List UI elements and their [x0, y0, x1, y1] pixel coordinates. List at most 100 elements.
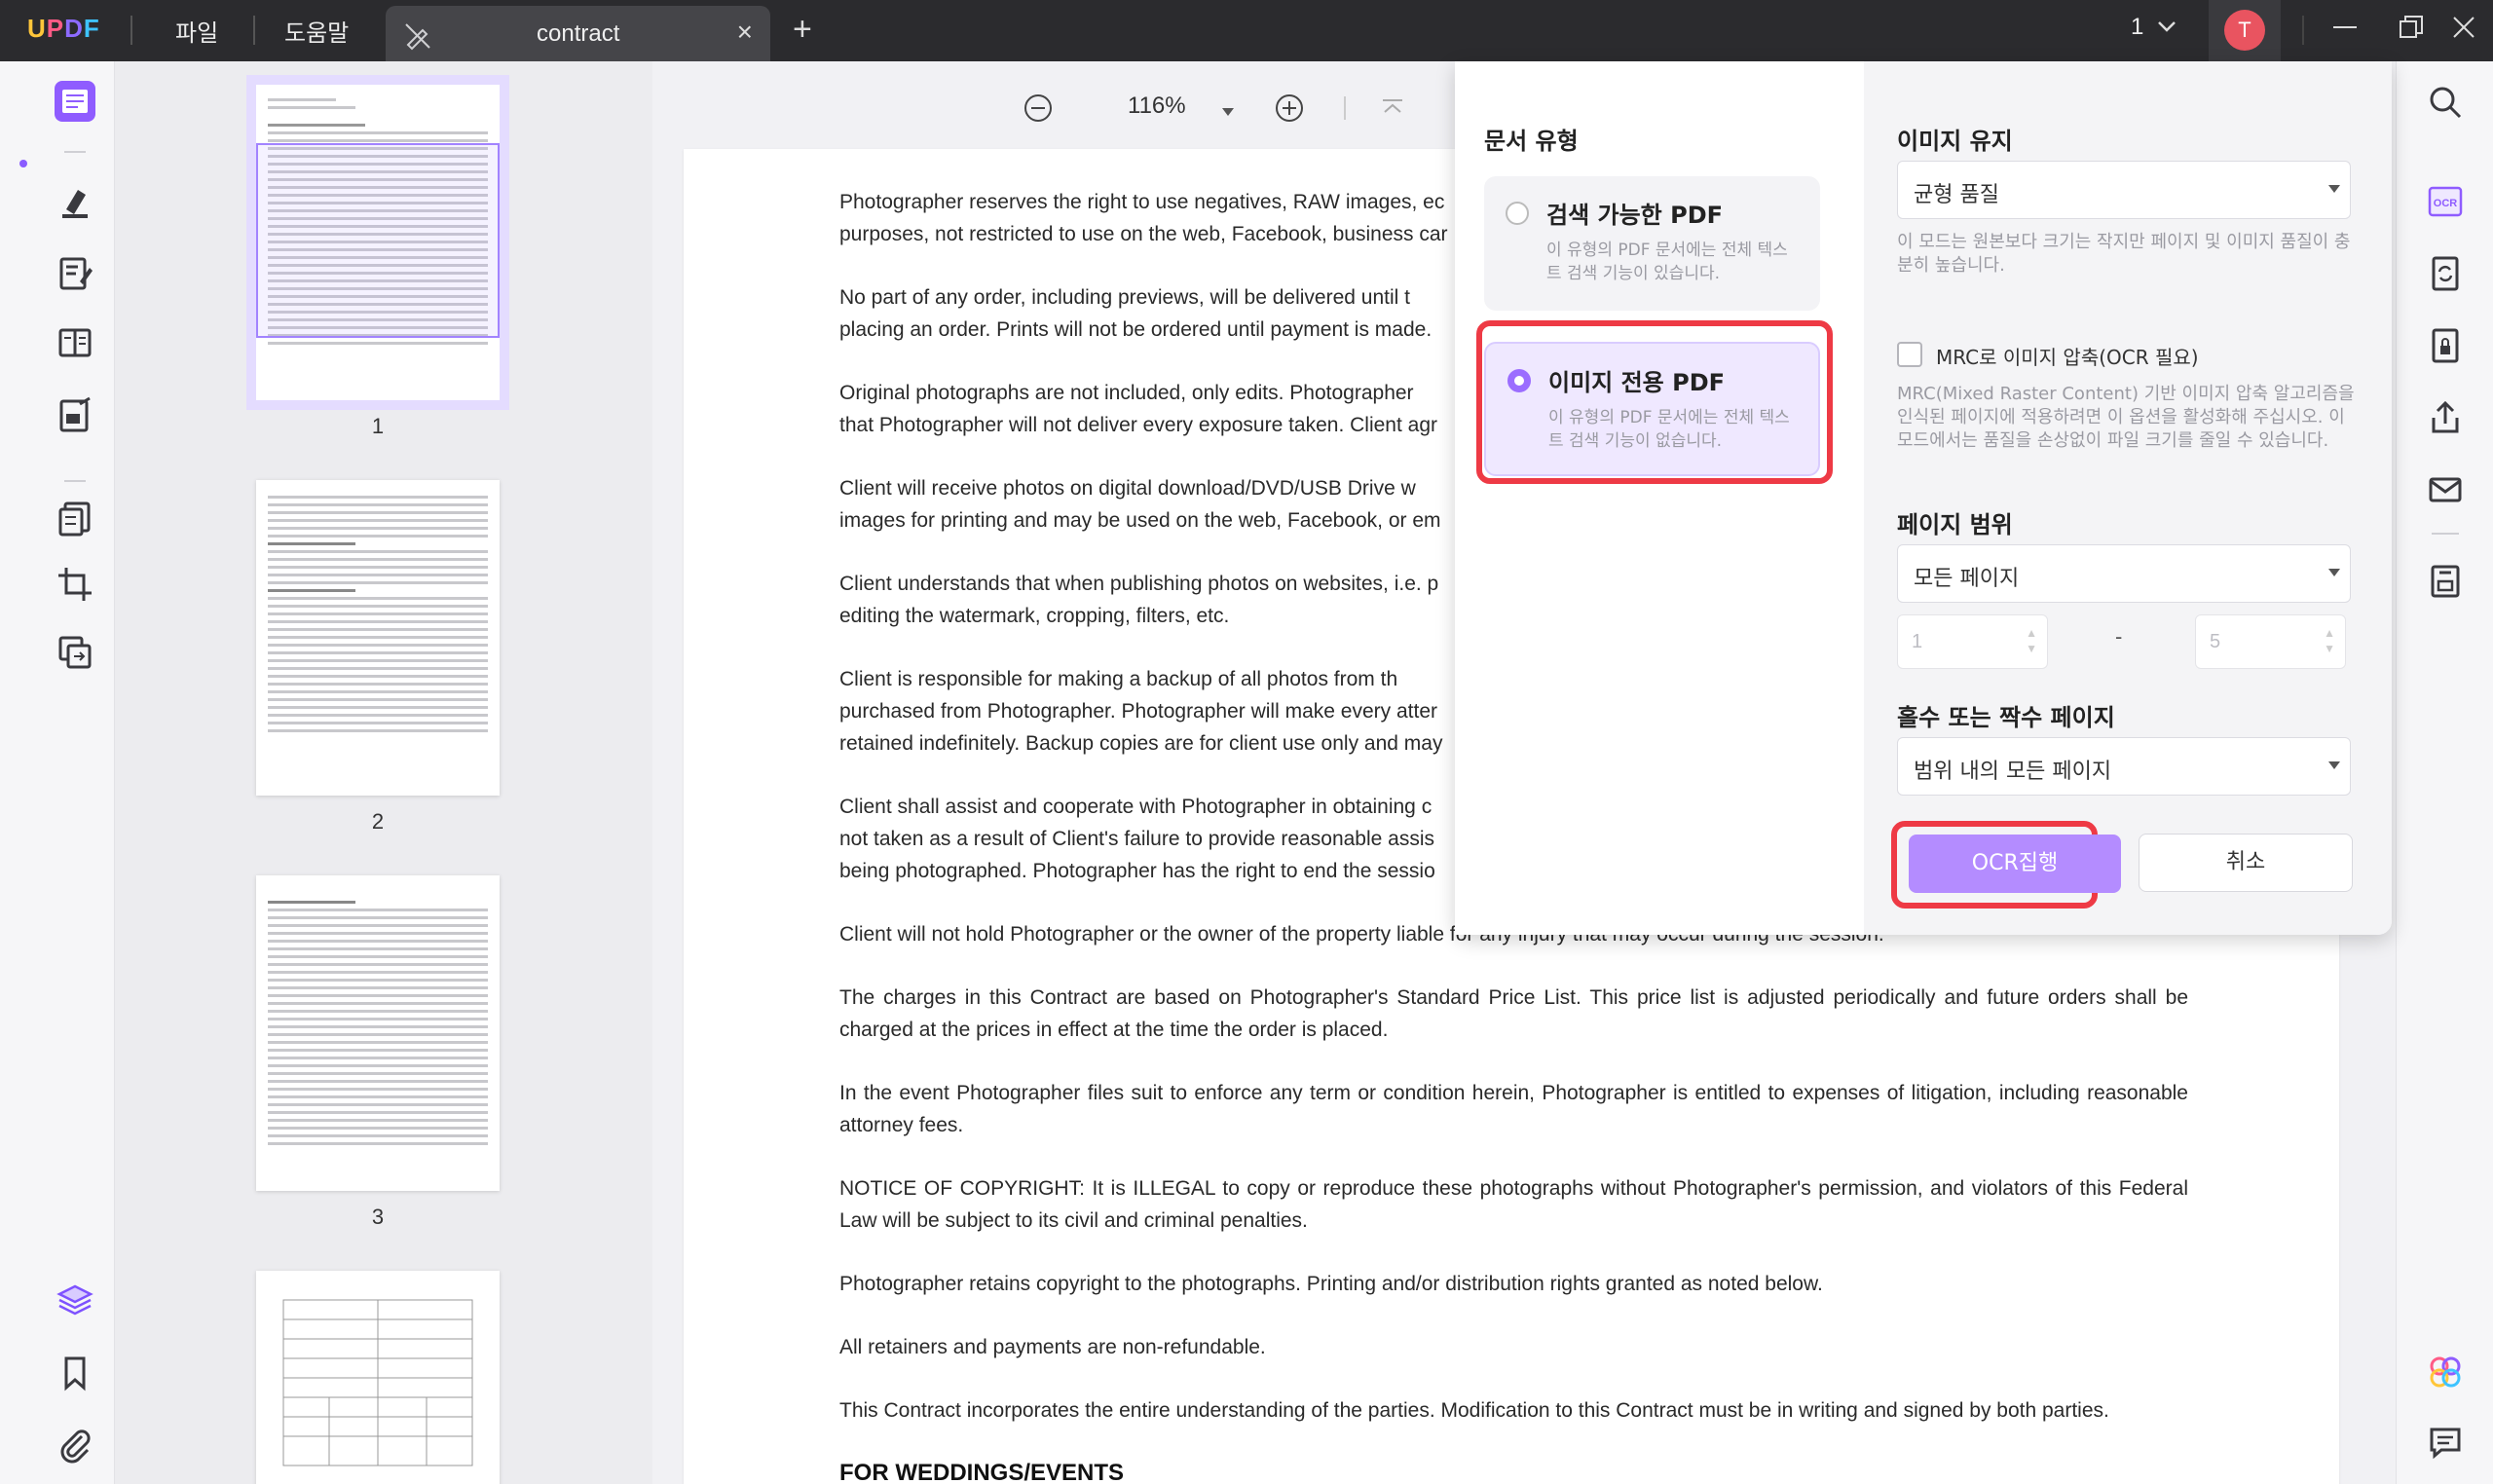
page-to-value: 5	[2210, 631, 2221, 652]
ocr-settings-section: 이미지 유지 균형 품질 이 모드는 원본보다 크기는 작지만 페이지 및 이미…	[1864, 61, 2392, 935]
odd-even-title: 홀수 또는 짝수 페이지	[1897, 704, 2115, 731]
share-icon[interactable]	[2426, 398, 2465, 437]
restore-icon[interactable]	[2396, 12, 2427, 48]
app-logo: UPDF	[27, 14, 100, 43]
reader-icon[interactable]	[55, 81, 95, 122]
zoom-toolbar: 116%	[1023, 85, 1432, 133]
page-range-select[interactable]: 모든 페이지	[1897, 544, 2351, 603]
form-icon[interactable]	[55, 394, 95, 435]
page-thumbnail[interactable]	[256, 1271, 500, 1484]
close-tab-icon[interactable]: ×	[737, 19, 753, 46]
chevron-down-icon[interactable]	[2154, 14, 2179, 44]
cancel-button[interactable]: 취소	[2139, 834, 2353, 892]
stepper-arrows-icon[interactable]: ▲ ▼	[2324, 625, 2335, 656]
thumbnail-label: 3	[371, 1205, 385, 1229]
minimize-icon[interactable]	[2329, 12, 2361, 48]
doc-heading: FOR WEDDINGS/EVENTS	[839, 1460, 1125, 1484]
doc-paragraph: In the event Photographer files suit to …	[839, 1082, 2188, 1136]
dropdown-arrow-icon	[2328, 761, 2340, 769]
divider	[2432, 533, 2459, 535]
document-type-section: 문서 유형 검색 가능한 PDF 이 유형의 PDF 문서에는 전체 텍스트 검…	[1455, 61, 1864, 935]
page-from-value: 1	[1912, 631, 1923, 652]
organize-pages-icon[interactable]	[55, 498, 95, 538]
image-keep-hint: 이 모드는 원본보다 크기는 작지만 페이지 및 이미지 품질이 충분히 높습니…	[1897, 232, 2351, 276]
left-toolbar	[0, 61, 115, 1484]
odd-even-select[interactable]: 범위 내의 모든 페이지	[1897, 737, 2351, 796]
divider	[64, 151, 86, 153]
mrc-hint: MRC(Mixed Raster Content) 기반 이미지 압축 알고리즘…	[1897, 384, 2355, 451]
convert-icon[interactable]	[2426, 254, 2465, 293]
ocr-dialog: 문서 유형 검색 가능한 PDF 이 유형의 PDF 문서에는 전체 텍스트 검…	[1455, 61, 2392, 935]
edit-text-icon[interactable]	[55, 252, 95, 293]
option-description: 이 유형의 PDF 문서에는 전체 텍스트 검색 기능이 있습니다.	[1546, 241, 1788, 283]
close-window-icon[interactable]	[2448, 12, 2479, 48]
stepper-arrows-icon[interactable]: ▲ ▼	[2026, 625, 2037, 656]
page-range-title: 페이지 범위	[1897, 511, 2013, 538]
thumbnail-label: 2	[371, 809, 385, 834]
protect-icon[interactable]	[2426, 326, 2465, 365]
image-keep-title: 이미지 유지	[1897, 128, 2013, 155]
page-layout-icon[interactable]	[55, 322, 95, 363]
doc-paragraph: Photographer retains copyright to the ph…	[839, 1273, 1823, 1295]
option-searchable-pdf[interactable]: 검색 가능한 PDF 이 유형의 PDF 문서에는 전체 텍스트 검색 기능이 …	[1484, 176, 1820, 311]
compare-icon[interactable]	[55, 632, 95, 673]
run-ocr-button[interactable]: OCR집행	[1909, 835, 2121, 893]
select-value: 균형 품질	[1914, 183, 1999, 207]
option-title: 검색 가능한 PDF	[1546, 202, 1724, 229]
range-separator: -	[2115, 624, 2123, 649]
menu-file[interactable]: 파일	[175, 14, 218, 48]
mrc-label[interactable]: MRC로 이미지 압축(OCR 필요)	[1936, 342, 2199, 370]
zoom-dropdown-icon[interactable]	[1221, 104, 1235, 122]
divider	[64, 480, 86, 482]
zoom-out-icon[interactable]	[1023, 93, 1054, 129]
layers-icon[interactable]	[55, 1279, 95, 1319]
tab-title: contract	[537, 20, 620, 47]
add-tab-icon[interactable]: +	[793, 11, 812, 49]
divider	[1344, 96, 1346, 120]
svg-text:OCR: OCR	[2434, 198, 2458, 209]
avatar[interactable]: T	[2224, 10, 2265, 51]
page-to-input[interactable]: 5 ▲ ▼	[2195, 614, 2346, 669]
bookmark-icon[interactable]	[55, 1353, 95, 1393]
zoom-level[interactable]: 116%	[1128, 93, 1186, 120]
doc-paragraph: NOTICE OF COPYRIGHT: It is ILLEGAL to co…	[839, 1177, 2188, 1232]
ocr-icon[interactable]: OCR	[2426, 182, 2465, 221]
doc-paragraph: All retainers and payments are non-refun…	[839, 1336, 1266, 1358]
divider	[130, 16, 132, 45]
doc-type-title: 문서 유형	[1484, 128, 1579, 155]
divider	[253, 16, 255, 45]
thumbnail-panel: 1 2 3	[115, 61, 652, 1484]
highlight-annotation	[1476, 320, 1833, 484]
visible-area-indicator[interactable]	[256, 143, 500, 338]
menu-help[interactable]: 도움말	[284, 14, 349, 48]
ai-assistant-icon[interactable]	[2426, 1353, 2465, 1391]
divider	[2302, 16, 2304, 45]
page-from-input[interactable]: 1 ▲ ▼	[1897, 614, 2048, 669]
right-toolbar: OCR	[2396, 61, 2493, 1484]
active-indicator	[19, 160, 27, 167]
dropdown-arrow-icon	[2328, 185, 2340, 193]
image-quality-select[interactable]: 균형 품질	[1897, 161, 2351, 219]
first-page-icon[interactable]	[1379, 94, 1406, 127]
document-tab[interactable]: contract ×	[386, 6, 770, 61]
page-thumbnail[interactable]	[256, 875, 500, 1191]
search-icon[interactable]	[2426, 83, 2465, 122]
crop-icon[interactable]	[55, 564, 95, 605]
page-thumbnail[interactable]	[256, 480, 500, 796]
select-value: 모든 페이지	[1914, 567, 2020, 591]
highlighter-icon[interactable]	[55, 182, 95, 223]
save-icon[interactable]	[2426, 562, 2465, 601]
edit-off-icon	[403, 21, 432, 56]
zoom-in-icon[interactable]	[1274, 93, 1305, 129]
radio-searchable-pdf[interactable]	[1506, 202, 1529, 225]
select-value: 범위 내의 모든 페이지	[1914, 760, 2112, 784]
email-icon[interactable]	[2426, 470, 2465, 509]
mrc-checkbox[interactable]	[1897, 342, 1922, 367]
dropdown-arrow-icon	[2328, 569, 2340, 576]
doc-paragraph: The charges in this Contract are based o…	[839, 986, 2188, 1041]
page-thumbnail[interactable]	[246, 75, 509, 410]
thumbnail-label: 1	[371, 414, 385, 438]
page-count[interactable]: 1	[2131, 14, 2143, 41]
comment-icon[interactable]	[2426, 1423, 2465, 1462]
attachment-icon[interactable]	[55, 1423, 95, 1464]
